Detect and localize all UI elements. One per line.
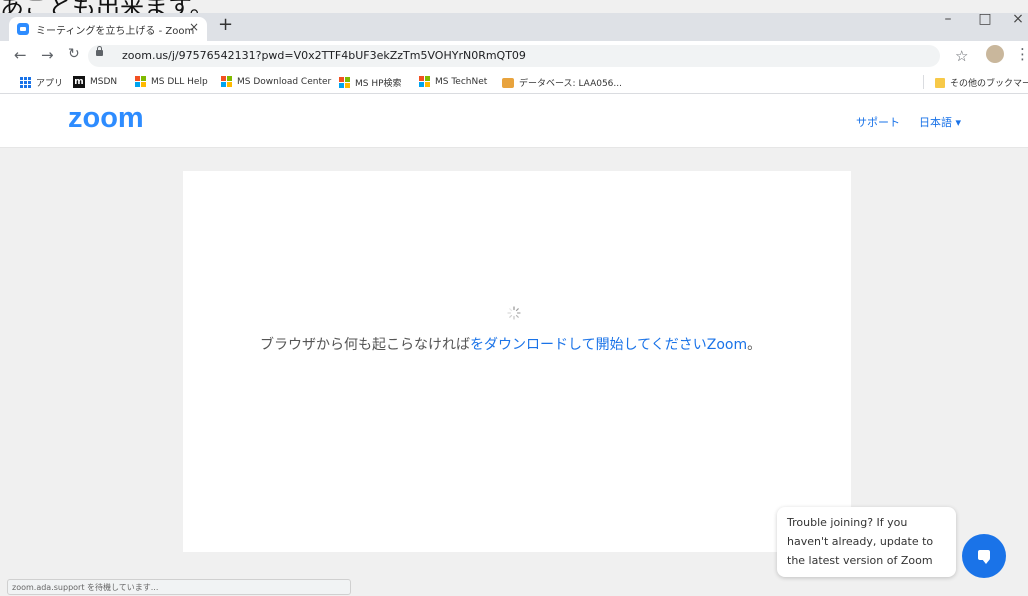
forward-arrow-icon[interactable]: → <box>41 46 54 64</box>
language-selector[interactable]: 日本語 ▾ <box>919 114 961 130</box>
close-window-button[interactable]: × <box>998 11 1028 27</box>
support-link[interactable]: サポート <box>856 114 900 130</box>
microsoft-logo-icon <box>135 76 146 87</box>
apps-grid-icon <box>20 77 31 88</box>
message-suffix: 。 <box>747 337 762 353</box>
menu-kebab-icon[interactable]: ⋮ <box>1015 45 1028 63</box>
bookmark-database[interactable]: データベース: LAA056... <box>502 76 622 89</box>
download-link[interactable]: をダウンロードして開始してくださいZoom <box>470 337 747 353</box>
bookmarks-bar: アプリ m MSDN MS DLL Help MS Download Cente… <box>0 71 1028 94</box>
profile-avatar[interactable] <box>986 45 1004 63</box>
bookmark-ms-technet[interactable]: MS TechNet <box>419 76 487 87</box>
microsoft-logo-icon <box>339 77 350 88</box>
msdn-logo-icon: m <box>73 76 85 88</box>
status-bar: zoom.ada.support を待機しています... <box>7 579 351 595</box>
message-prefix: ブラウザから何も起こらなければ <box>260 337 470 353</box>
chat-prompt-bubble[interactable]: Trouble joining? If you haven't already,… <box>777 507 956 577</box>
microsoft-logo-icon <box>419 76 430 87</box>
zoom-header: zoom サポート 日本語 ▾ <box>0 94 1028 148</box>
lock-icon <box>96 46 103 56</box>
bookmark-msdn[interactable]: m MSDN <box>73 76 117 88</box>
microsoft-logo-icon <box>221 76 232 87</box>
chat-prompt-text: Trouble joining? If you haven't already,… <box>787 516 934 567</box>
bookmark-apps[interactable]: アプリ <box>20 76 63 89</box>
back-arrow-icon[interactable]: ← <box>14 46 27 64</box>
tab-close-icon[interactable]: × <box>189 20 199 34</box>
loading-spinner-icon <box>507 306 521 320</box>
new-tab-button[interactable]: + <box>218 14 233 35</box>
bookmark-ms-hp-search[interactable]: MS HP検索 <box>339 76 402 89</box>
tab-bar: ミーティングを立ち上げる - Zoom × + – □ × <box>0 11 1028 41</box>
tab-title: ミーティングを立ち上げる - Zoom <box>36 26 195 37</box>
bookmark-ms-dll-help[interactable]: MS DLL Help <box>135 76 208 87</box>
folder-icon <box>935 77 945 88</box>
pma-logo-icon <box>502 77 514 88</box>
active-tab[interactable]: ミーティングを立ち上げる - Zoom × <box>9 17 207 41</box>
launch-meeting-card <box>183 171 851 552</box>
reload-icon[interactable]: ↻ <box>68 46 80 62</box>
browser-toolbar: ← → ↻ zoom.us/j/97576542131?pwd=V0x2TTF4… <box>0 41 1028 71</box>
bookmark-star-icon[interactable]: ☆ <box>955 47 968 65</box>
bookmark-other[interactable]: その他のブックマーク <box>935 76 1028 89</box>
zoom-logo[interactable]: zoom <box>68 102 144 135</box>
url-text: zoom.us/j/97576542131?pwd=V0x2TTF4bUF3ek… <box>122 49 526 62</box>
page-top-text: あことも出来ます。 <box>0 0 214 21</box>
bookmarks-separator <box>923 75 924 89</box>
zoom-favicon-icon <box>17 23 29 35</box>
bookmark-ms-download-center[interactable]: MS Download Center <box>221 76 331 87</box>
address-bar[interactable]: zoom.us/j/97576542131?pwd=V0x2TTF4bUF3ek… <box>88 45 940 67</box>
chat-launcher-button[interactable] <box>962 534 1006 578</box>
launch-message: ブラウザから何も起こらなければをダウンロードして開始してくださいZoom。 <box>260 334 761 354</box>
minimize-button[interactable]: – <box>928 11 968 27</box>
